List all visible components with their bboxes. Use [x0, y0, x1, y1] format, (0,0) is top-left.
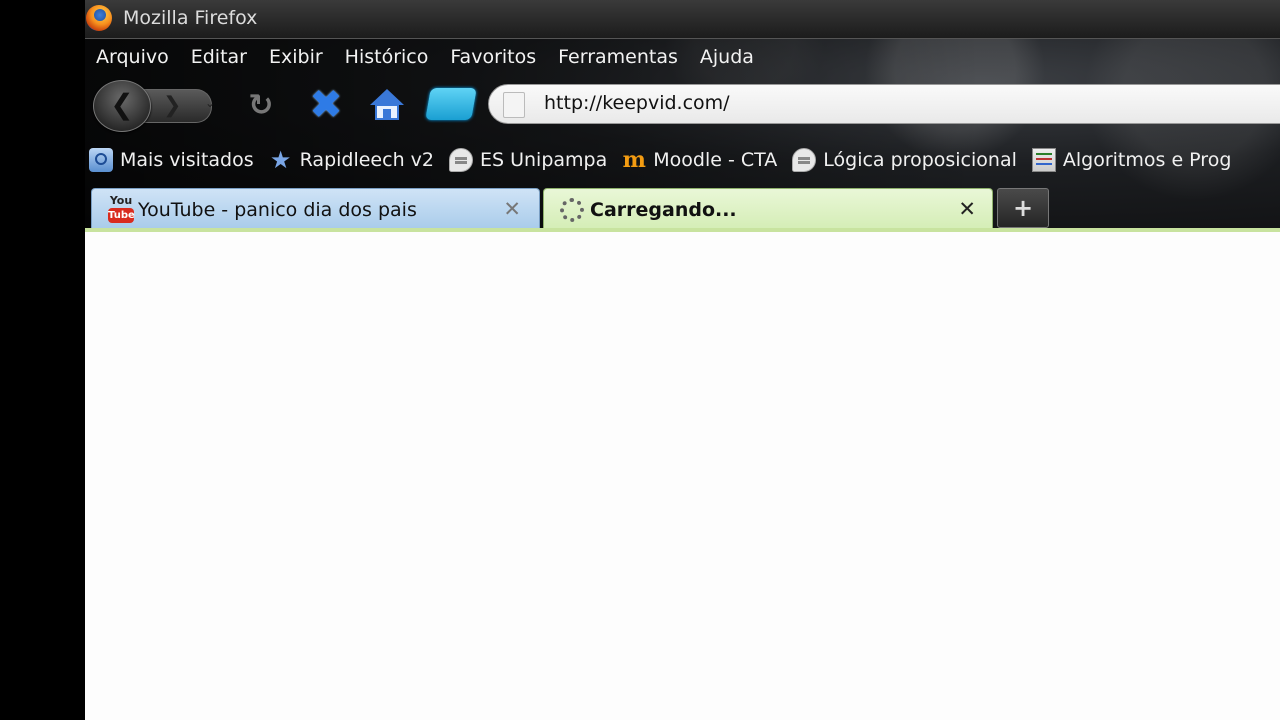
loading-spinner-icon	[560, 198, 584, 222]
home-button[interactable]	[367, 87, 407, 125]
close-tab-icon[interactable]: ✕	[503, 197, 521, 221]
bookmark-label: Algoritmos e Prog	[1062, 149, 1232, 171]
bookmark-label: Mais visitados	[120, 149, 254, 171]
menu-ajuda[interactable]: Ajuda	[689, 40, 765, 74]
menu-favoritos[interactable]: Favoritos	[439, 40, 547, 74]
forward-arrow-icon: ❯	[163, 93, 182, 118]
firefox-window: Mozilla Firefox Arquivo Editar Exibir Hi…	[85, 0, 1280, 720]
page-search-icon	[89, 148, 113, 172]
bookmarks-toolbar: Mais visitados ★ Rapidleech v2 ES Unipam…	[85, 140, 1242, 180]
star-icon: ★	[269, 146, 292, 174]
bookmark-label: Lógica proposicional	[823, 149, 1017, 171]
moodle-icon: m	[622, 147, 646, 173]
close-tab-icon[interactable]: ✕	[958, 197, 976, 221]
home-icon	[370, 89, 404, 105]
tab-carregando[interactable]: Carregando... ✕	[543, 188, 993, 230]
menu-exibir[interactable]: Exibir	[258, 40, 334, 74]
tab-strip: You Tube YouTube - panico dia dos pais ✕…	[85, 186, 1280, 232]
bookmark-label: Rapidleech v2	[299, 149, 434, 171]
window-title: Mozilla Firefox	[123, 7, 258, 29]
menu-ferramentas[interactable]: Ferramentas	[547, 40, 689, 74]
tab-label: YouTube - panico dia dos pais	[138, 199, 417, 221]
tab-youtube[interactable]: You Tube YouTube - panico dia dos pais ✕	[91, 188, 540, 230]
addon-toolbar-icon[interactable]	[425, 88, 477, 120]
calendar-list-icon	[1031, 148, 1056, 172]
stop-button[interactable]: ✖	[307, 85, 345, 125]
active-tab-underline	[85, 228, 1280, 232]
menu-arquivo[interactable]: Arquivo	[85, 40, 180, 74]
bookmark-rapidleech[interactable]: ★ Rapidleech v2	[265, 140, 434, 180]
menu-historico[interactable]: Histórico	[334, 40, 440, 74]
new-tab-button[interactable]: +	[997, 188, 1049, 228]
menu-bar: Arquivo Editar Exibir Histórico Favorito…	[85, 40, 765, 74]
bookmark-es-unipampa[interactable]: ES Unipampa	[445, 140, 607, 180]
bookmark-logica-proposicional[interactable]: Lógica proposicional	[788, 140, 1017, 180]
back-arrow-icon: ❮	[110, 88, 134, 121]
back-button[interactable]: ❮	[93, 80, 151, 132]
left-black-margin	[0, 0, 85, 720]
url-input[interactable]: http://keepvid.com/	[544, 92, 730, 114]
history-dropdown-icon[interactable]: ⌄	[205, 96, 215, 110]
bookmark-label: Moodle - CTA	[653, 149, 778, 171]
bookmark-label: ES Unipampa	[480, 149, 608, 171]
bookmark-mais-visitados[interactable]: Mais visitados	[85, 140, 254, 180]
tab-label: Carregando...	[590, 199, 737, 221]
chat-bubble-icon	[792, 148, 817, 172]
menu-editar[interactable]: Editar	[180, 40, 258, 74]
page-icon	[503, 92, 525, 118]
bookmark-moodle-cta[interactable]: m Moodle - CTA	[618, 140, 778, 180]
page-content[interactable]	[85, 232, 1280, 720]
navigation-toolbar: ❯ ❮ ⌄ ↻ ✖ http://keepvid.com/	[85, 76, 1280, 136]
url-bar[interactable]: http://keepvid.com/	[488, 84, 1280, 124]
title-bar[interactable]: Mozilla Firefox	[85, 0, 1280, 39]
reload-button[interactable]: ↻	[245, 90, 277, 122]
bookmark-algoritmos[interactable]: Algoritmos e Prog	[1028, 140, 1232, 180]
forward-button[interactable]: ❯	[141, 89, 212, 123]
firefox-logo-icon	[86, 5, 112, 31]
chat-bubble-icon	[449, 148, 473, 172]
youtube-icon: You Tube	[108, 194, 135, 223]
